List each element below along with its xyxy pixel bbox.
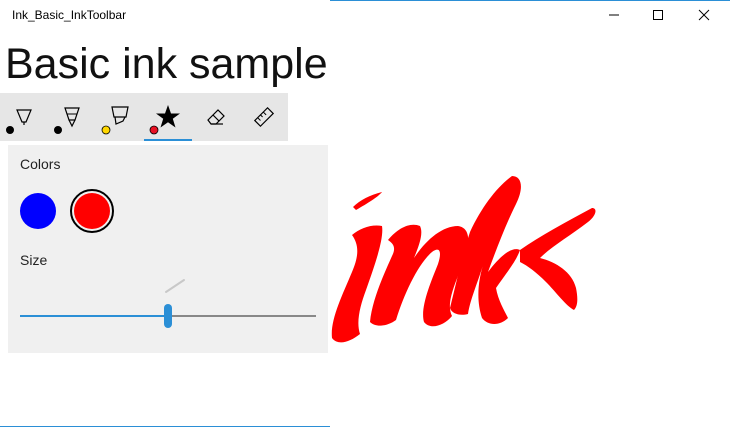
eraser-button[interactable] bbox=[192, 93, 240, 141]
ink-toolbar bbox=[0, 93, 288, 141]
highlighter-button[interactable] bbox=[96, 93, 144, 141]
pencil-icon bbox=[54, 107, 80, 134]
ink-stroke bbox=[520, 208, 596, 310]
tool-color-dot bbox=[101, 125, 111, 135]
tool-color-dot bbox=[6, 126, 14, 134]
color-swatch-red[interactable] bbox=[74, 193, 110, 229]
eraser-icon bbox=[207, 109, 225, 125]
ruler-icon bbox=[253, 106, 275, 128]
size-slider-fill[interactable] bbox=[20, 315, 168, 317]
tool-color-dot bbox=[54, 126, 62, 134]
size-slider-track[interactable] bbox=[168, 315, 316, 317]
highlighter-icon bbox=[101, 106, 129, 135]
ink-strokes bbox=[331, 176, 596, 343]
star-icon bbox=[149, 105, 180, 135]
selected-tool-indicator bbox=[144, 139, 192, 141]
ruler-button[interactable] bbox=[240, 93, 288, 141]
ink-stroke bbox=[353, 192, 382, 210]
colors-label: Colors bbox=[20, 156, 61, 172]
custom-pen-button[interactable] bbox=[144, 93, 192, 141]
ballpoint-pen-button[interactable] bbox=[0, 93, 48, 141]
bottom-accent-line bbox=[0, 426, 330, 427]
pencil-button[interactable] bbox=[48, 93, 96, 141]
ballpoint-pen-icon bbox=[6, 109, 32, 134]
size-label: Size bbox=[20, 252, 48, 268]
stroke-size-preview bbox=[165, 279, 185, 293]
color-swatch-blue[interactable] bbox=[20, 193, 56, 229]
pen-options-flyout: Colors Size bbox=[8, 145, 328, 353]
tool-color-dot bbox=[149, 125, 159, 135]
size-slider-thumb[interactable] bbox=[164, 304, 172, 328]
